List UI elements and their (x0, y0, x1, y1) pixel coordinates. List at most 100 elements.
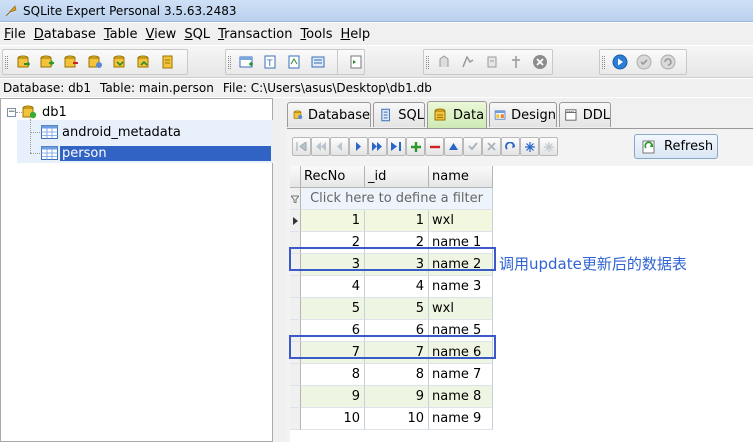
toolbar-group-run (599, 49, 687, 75)
execute-sql-button[interactable] (348, 52, 364, 72)
cell-name[interactable]: name 3 (429, 276, 493, 298)
column-header-id[interactable]: _id (365, 166, 429, 188)
cell-recno[interactable]: 1 (301, 210, 365, 232)
cell-id[interactable]: 4 (365, 276, 429, 298)
menu-sql[interactable]: SQL (182, 27, 216, 42)
column-header-recno[interactable]: RecNo (301, 166, 365, 188)
new-index-button[interactable]: T (260, 52, 280, 72)
menu-file[interactable]: File (2, 27, 32, 42)
filter-row[interactable]: Click here to define a filter (301, 188, 493, 210)
last-record-button[interactable] (387, 137, 406, 156)
savepoint-button[interactable] (506, 52, 526, 72)
tab-design[interactable]: Design (489, 102, 557, 127)
menu-tools[interactable]: Tools (298, 27, 338, 42)
commit-button[interactable] (458, 52, 478, 72)
next-record-button[interactable] (349, 137, 368, 156)
panel-splitter[interactable] (273, 98, 285, 442)
toolbar-grip[interactable] (602, 56, 605, 69)
row-indicator[interactable] (290, 276, 301, 298)
cell-id[interactable]: 8 (365, 364, 429, 386)
new-trigger-button[interactable] (284, 52, 304, 72)
run-icon[interactable] (610, 52, 630, 72)
prior-record-button[interactable] (330, 137, 349, 156)
rollback-button[interactable] (482, 52, 502, 72)
cell-id[interactable]: 9 (365, 386, 429, 408)
new-view-button[interactable] (308, 52, 328, 72)
row-indicator[interactable] (290, 364, 301, 386)
connection-info-bar: Database: db1 Table: main.person File: C… (0, 79, 753, 97)
first-record-button[interactable] (292, 137, 311, 156)
cell-id[interactable]: 5 (365, 298, 429, 320)
prior-page-button[interactable] (311, 137, 330, 156)
ddl-icon (565, 109, 577, 121)
cancel-transaction-icon[interactable] (530, 52, 550, 72)
next-page-button[interactable] (368, 137, 387, 156)
cell-recno[interactable]: 4 (301, 276, 365, 298)
toolbar-grip[interactable] (426, 56, 429, 69)
current-row-arrow-icon (292, 216, 298, 225)
tab-database[interactable]: Database (287, 102, 371, 127)
cell-recno[interactable]: 5 (301, 298, 365, 320)
refresh-icon (642, 140, 655, 153)
tree-item-android-metadata[interactable]: android_metadata (41, 122, 183, 142)
begin-transaction-button[interactable] (434, 52, 454, 72)
refresh-button[interactable]: Refresh (634, 134, 718, 159)
stop-icon[interactable] (658, 52, 678, 72)
menu-view[interactable]: View (143, 27, 182, 42)
tree-item-person[interactable]: person (41, 143, 271, 163)
design-icon (494, 110, 506, 120)
column-header-name[interactable]: name (429, 166, 493, 188)
cancel-edit-button[interactable] (482, 137, 501, 156)
tree-connector (30, 132, 40, 133)
check-icon[interactable] (634, 52, 654, 72)
attach-database-button[interactable] (109, 52, 129, 72)
cell-recno[interactable]: 10 (301, 408, 365, 430)
database-settings-button[interactable] (85, 52, 105, 72)
tab-data[interactable]: Data (427, 101, 487, 128)
cell-name[interactable]: name 7 (429, 364, 493, 386)
toolbar-grip[interactable] (228, 56, 231, 69)
tree-connector (30, 119, 31, 153)
cell-id[interactable]: 1 (365, 210, 429, 232)
delete-record-button[interactable] (425, 137, 444, 156)
cell-name[interactable]: wxl (429, 210, 493, 232)
menu-database[interactable]: Database (32, 27, 102, 42)
feather-icon (5, 4, 17, 16)
table-icon (41, 125, 58, 139)
tree-connector (30, 153, 40, 154)
cell-recno[interactable]: 9 (301, 386, 365, 408)
tab-ddl[interactable]: DDL (559, 102, 611, 127)
detach-database-button[interactable] (133, 52, 153, 72)
toolbar-grip[interactable] (5, 56, 8, 69)
tab-sql[interactable]: SQL (373, 102, 425, 127)
cell-name[interactable]: wxl (429, 298, 493, 320)
row-indicator[interactable] (290, 386, 301, 408)
new-table-button[interactable] (236, 52, 256, 72)
menu-table[interactable]: Table (102, 27, 144, 42)
collapse-icon[interactable]: − (7, 108, 16, 117)
tree-item-db1[interactable]: db1 (21, 102, 69, 122)
tab-label: SQL (398, 107, 424, 123)
cell-id[interactable]: 10 (365, 408, 429, 430)
toolbar-group-table: T (225, 49, 340, 75)
menu-transaction[interactable]: Transaction (216, 27, 298, 42)
menu-help[interactable]: Help (338, 27, 376, 42)
current-row-indicator[interactable] (290, 210, 301, 232)
cell-recno[interactable]: 8 (301, 364, 365, 386)
cell-name[interactable]: name 8 (429, 386, 493, 408)
database-tree: − db1 android_metadata person (0, 98, 273, 442)
row-indicator[interactable] (290, 408, 301, 430)
insert-record-button[interactable] (406, 137, 425, 156)
new-database-button[interactable] (37, 52, 57, 72)
refresh-data-button[interactable] (501, 137, 520, 156)
edit-record-button[interactable] (444, 137, 463, 156)
clear-filter-button[interactable] (539, 137, 558, 156)
row-indicator[interactable] (290, 298, 301, 320)
apply-filter-button[interactable] (520, 137, 539, 156)
vacuum-database-button[interactable] (157, 52, 177, 72)
close-database-button[interactable] (61, 52, 81, 72)
cell-name[interactable]: name 9 (429, 408, 493, 430)
post-record-button[interactable] (463, 137, 482, 156)
open-database-button[interactable] (13, 52, 33, 72)
title-bar: SQLite Expert Personal 3.5.63.2483 (0, 0, 753, 22)
